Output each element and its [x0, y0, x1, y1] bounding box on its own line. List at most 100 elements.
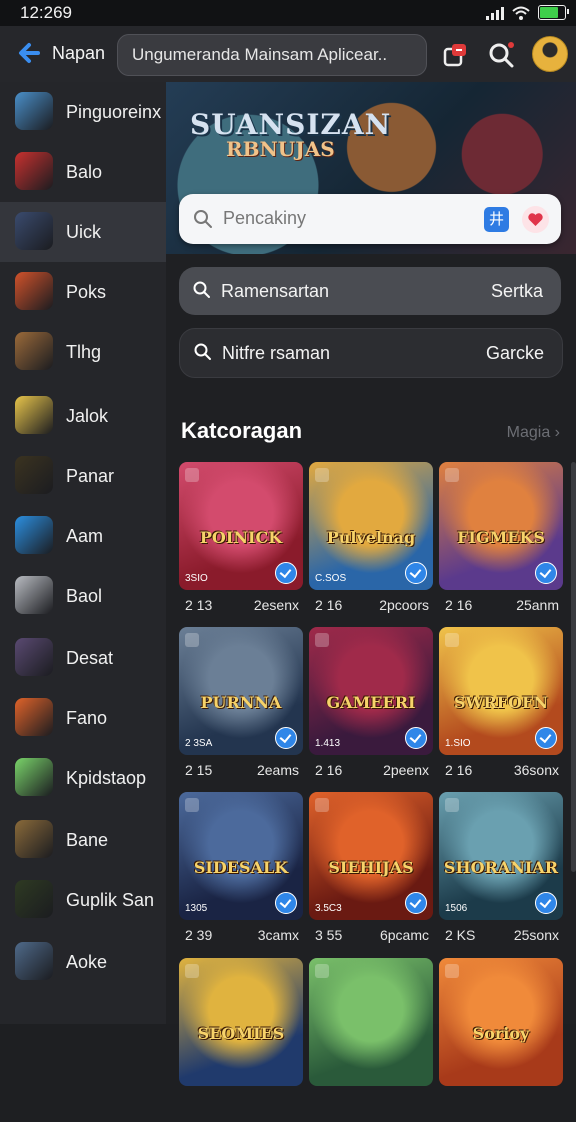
app-title: Napan [52, 43, 106, 63]
game-cover-badge: 1305 [185, 903, 208, 914]
game-card[interactable]: SIDESALK 1305 2 39 3camx [179, 792, 303, 956]
app-thumbnail-icon [15, 638, 53, 676]
game-cover-title: SIDESALK [193, 858, 289, 877]
sidebar: Pinguoreinx Balo Uick Poks Tlhg Jalok Panar Aam… [0, 82, 166, 1024]
search-icon[interactable] [486, 40, 516, 70]
app-thumbnail-icon [15, 332, 53, 370]
app-header: Napan Ungumeranda Mainsam Aplicear.. [0, 26, 576, 82]
sidebar-item[interactable]: Bane [0, 810, 166, 870]
game-card[interactable]: FIGMEKS 2 16 25anm [439, 462, 563, 626]
sidebar-item[interactable]: Guplik San [0, 870, 166, 930]
game-card[interactable]: Pulvelnag C.SOS 2 16 2pcoors [309, 462, 433, 626]
app-thumbnail-icon [15, 396, 53, 434]
sidebar-item[interactable]: Poks [0, 262, 166, 322]
game-rating: 2 KS [445, 927, 476, 943]
app-thumbnail-icon [15, 880, 53, 918]
game-meta: 25sonx [513, 927, 559, 943]
search-value: Ungumeranda Mainsam Aplicear.. [132, 45, 388, 64]
sidebar-item[interactable]: Baol [0, 566, 166, 626]
sidebar-item-label: Desat [66, 648, 114, 668]
game-rating: 3 55 [315, 927, 343, 943]
game-cover[interactable] [309, 958, 433, 1086]
share-icon[interactable] [440, 40, 470, 70]
game-cover-badge: 1506 [445, 903, 468, 914]
game-card[interactable]: Sorioy [439, 958, 563, 1122]
sidebar-item[interactable]: Pinguoreinx [0, 82, 166, 142]
main-content: SUANSIZAN RBNUJAS Pencakiny 井 Ramensarta… [166, 82, 576, 1086]
game-cover[interactable]: SIDESALK 1305 [179, 792, 303, 920]
section-more-link[interactable]: Magia › [507, 424, 560, 442]
corner-tag-icon [315, 964, 329, 978]
sidebar-item-label: Kpidstaop [66, 768, 147, 788]
search-input[interactable]: Ungumeranda Mainsam Aplicear.. [117, 34, 427, 76]
banner-subtitle: RBNUJAS [226, 137, 335, 161]
hero-search-input[interactable]: Pencakiny 井 [179, 194, 561, 244]
sidebar-item[interactable]: Tlhg [0, 322, 166, 382]
favorite-button[interactable] [522, 206, 549, 233]
app-thumbnail-icon [15, 758, 53, 796]
heart-icon [528, 213, 543, 226]
game-cover[interactable]: Pulvelnag C.SOS [309, 462, 433, 590]
game-cover[interactable]: SIEHIJAS 3.5C3 [309, 792, 433, 920]
game-card[interactable]: GAMEERI 1.413 2 16 2peenx [309, 627, 433, 791]
game-card[interactable]: SIEHIJAS 3.5C3 3 55 6pcamc [309, 792, 433, 956]
scrollbar[interactable] [571, 462, 576, 872]
game-cover-title: SWRFOFN [453, 693, 549, 712]
app-thumbnail-icon [15, 942, 53, 980]
back-arrow-icon[interactable] [14, 38, 44, 68]
sidebar-item[interactable]: Panar [0, 446, 166, 506]
game-cover[interactable]: PURNNA 2 3SA [179, 627, 303, 755]
game-card[interactable]: POINICK 3SIO 2 13 2esenx [179, 462, 303, 626]
status-icons [486, 5, 569, 20]
game-cover[interactable]: GAMEERI 1.413 [309, 627, 433, 755]
game-card[interactable]: SHORANIAR 1506 2 KS 25sonx [439, 792, 563, 956]
pill-action[interactable]: Sertka [491, 281, 543, 302]
sidebar-item[interactable]: Aam [0, 506, 166, 566]
game-cover-badge: 1.413 [315, 738, 341, 749]
corner-tag-icon [445, 468, 459, 482]
game-cover-title: SHORANIAR [443, 858, 559, 877]
hero-banner[interactable]: SUANSIZAN RBNUJAS Pencakiny 井 [166, 82, 576, 254]
game-cover[interactable]: Sorioy [439, 958, 563, 1086]
filter-button[interactable]: 井 [484, 207, 509, 232]
game-cover[interactable]: FIGMEKS [439, 462, 563, 590]
game-cover[interactable]: SWRFOFN 1.SIO [439, 627, 563, 755]
game-cover[interactable]: POINICK 3SIO [179, 462, 303, 590]
app-thumbnail-icon [15, 212, 53, 250]
quick-search-pill[interactable]: Ramensartan Sertka [179, 267, 561, 315]
hero-search-placeholder: Pencakiny [223, 208, 307, 228]
game-cover-badge: 3.5C3 [315, 903, 342, 914]
game-rating: 2 13 [185, 597, 213, 613]
avatar[interactable] [532, 36, 568, 72]
sidebar-item[interactable]: Balo [0, 142, 166, 202]
verified-check-icon [275, 562, 297, 584]
corner-tag-icon [315, 468, 329, 482]
quick-search-pill[interactable]: Nitfre rsaman Garcke [179, 328, 563, 378]
sidebar-item[interactable]: Jalok [0, 386, 166, 446]
game-card[interactable]: SEOMIES [179, 958, 303, 1122]
signal-icon [486, 6, 504, 20]
game-cover-title: Sorioy [472, 1024, 530, 1043]
pill-action[interactable]: Garcke [486, 343, 544, 364]
search-icon [194, 210, 212, 228]
search-icon [194, 343, 211, 360]
sidebar-item[interactable]: Fano [0, 688, 166, 748]
sidebar-item[interactable]: Aoke [0, 932, 166, 992]
game-meta: 2eams [256, 762, 299, 778]
game-cover[interactable]: SHORANIAR 1506 [439, 792, 563, 920]
game-card[interactable]: SWRFOFN 1.SIO 2 16 36sonx [439, 627, 563, 791]
corner-tag-icon [185, 964, 199, 978]
sidebar-item-label: Balo [66, 162, 103, 182]
sidebar-item-label: Jalok [66, 406, 109, 426]
game-cover-badge: 2 3SA [185, 738, 213, 749]
status-bar: 12:269 [0, 0, 576, 26]
sidebar-item[interactable]: Desat [0, 628, 166, 688]
verified-check-icon [535, 727, 557, 749]
game-card[interactable] [309, 958, 433, 1122]
sidebar-item[interactable]: Uick [0, 202, 166, 262]
game-card[interactable]: PURNNA 2 3SA 2 15 2eams [179, 627, 303, 791]
game-cover-title: GAMEERI [326, 693, 416, 712]
game-meta: 6pcamc [379, 927, 429, 943]
game-cover[interactable]: SEOMIES [179, 958, 303, 1086]
sidebar-item[interactable]: Kpidstaop [0, 748, 166, 808]
